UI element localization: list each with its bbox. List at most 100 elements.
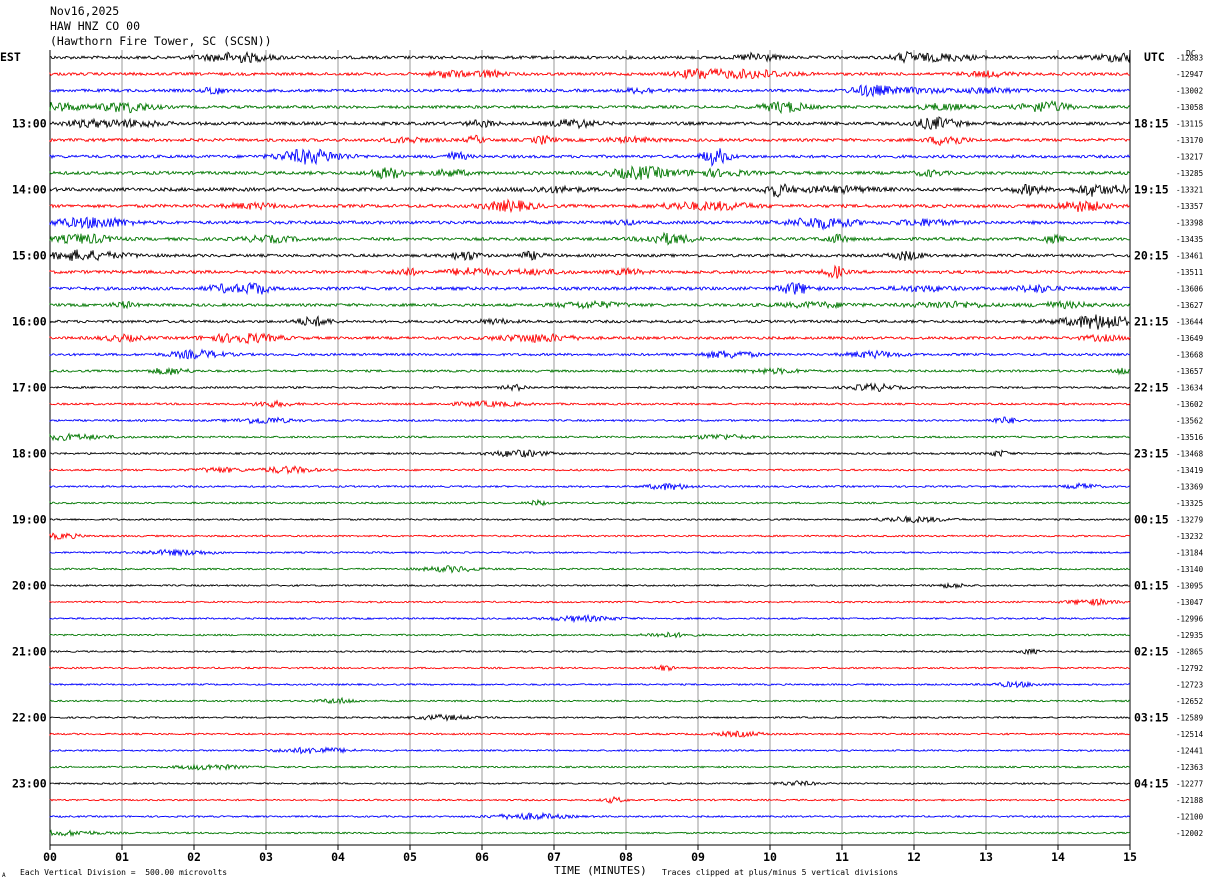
dc-offset-label: -12865: [1176, 648, 1203, 657]
seismic-trace: [49, 416, 1131, 425]
seismic-trace: [49, 449, 1131, 458]
seismic-trace: [49, 648, 1131, 656]
seismic-trace: [49, 631, 1131, 639]
x-tick-label: 07: [547, 850, 561, 864]
dc-offset-label: -12589: [1176, 714, 1203, 723]
x-tick-label: 06: [475, 850, 489, 864]
est-hour-label: 17:00: [12, 381, 47, 395]
seismic-trace: [49, 829, 1131, 838]
seismic-trace: [49, 548, 1131, 558]
seismic-trace: [49, 183, 1131, 198]
dc-offset-label: -13115: [1176, 120, 1203, 129]
dc-offset-label: -13649: [1176, 334, 1203, 343]
utc-hour-label: 19:15: [1134, 183, 1169, 197]
dc-offset-label: -13644: [1176, 318, 1204, 327]
dc-offset-label: -13606: [1176, 285, 1204, 294]
utc-hour-label: 18:15: [1134, 117, 1169, 131]
seismic-trace: [49, 281, 1131, 296]
seismic-trace: [49, 713, 1131, 722]
dc-offset-label: -12277: [1176, 780, 1203, 789]
seismic-trace: [49, 299, 1131, 310]
utc-hour-label: 21:15: [1134, 315, 1169, 329]
dc-offset-label: -13634: [1176, 384, 1204, 393]
dc-offset-label: -12792: [1176, 664, 1203, 673]
seismic-trace: [49, 432, 1131, 442]
dc-offset-label: -13279: [1176, 516, 1203, 525]
seismic-trace: [49, 84, 1131, 98]
seismic-trace: [49, 314, 1131, 330]
utc-hour-label: 20:15: [1134, 249, 1169, 263]
utc-hour-label: 00:15: [1134, 513, 1169, 527]
seismic-trace: [49, 613, 1131, 624]
dc-offset-label: -13511: [1176, 268, 1203, 277]
dc-offset-label: -13369: [1176, 483, 1203, 492]
dc-offset-label: -12996: [1176, 615, 1204, 624]
dc-offset-label: -12188: [1176, 796, 1204, 805]
dc-offset-label: -13002: [1176, 87, 1203, 96]
dc-offset-label: -12935: [1176, 631, 1203, 640]
x-tick-label: 02: [187, 850, 201, 864]
seismic-trace: [49, 795, 1130, 804]
utc-hour-label: 22:15: [1134, 381, 1169, 395]
seismic-trace: [49, 565, 1131, 574]
seismic-trace: [49, 696, 1131, 705]
seismic-trace: [49, 348, 1131, 360]
est-hour-label: 22:00: [12, 711, 47, 725]
seismic-trace: [49, 231, 1131, 246]
x-tick-label: 04: [331, 850, 345, 864]
seismic-trace: [49, 780, 1131, 787]
est-hour-label: 19:00: [12, 513, 47, 527]
seismic-trace: [49, 581, 1131, 590]
seismic-trace: [49, 148, 1131, 168]
dc-offset-label: -13095: [1176, 582, 1203, 591]
dc-offset-label: -12002: [1176, 829, 1203, 838]
utc-hour-label: 02:15: [1134, 645, 1169, 659]
utc-hour-label: 03:15: [1134, 711, 1169, 725]
x-tick-label: 10: [763, 850, 777, 864]
dc-offset-label: -13217: [1176, 153, 1203, 162]
seismic-trace: [49, 332, 1131, 345]
seismic-trace: [49, 811, 1131, 821]
x-tick-label: 03: [259, 850, 273, 864]
dc-offset-label: -13047: [1176, 598, 1203, 607]
dc-offset-label: -13321: [1176, 186, 1203, 195]
dc-offset-label: -13468: [1176, 450, 1204, 459]
dc-offset-label: -12723: [1176, 681, 1203, 690]
seismic-trace: [49, 746, 1131, 755]
seismic-trace: [49, 532, 1131, 541]
dc-offset-label: -13232: [1176, 532, 1203, 541]
dc-offset-label: -13325: [1176, 499, 1203, 508]
seismic-trace: [49, 198, 1131, 214]
seismic-trace: [49, 680, 1131, 689]
seismic-trace: [49, 498, 1131, 507]
dc-offset-label: -13627: [1176, 301, 1203, 310]
est-hour-label: 15:00: [12, 249, 47, 263]
dc-offset-label: -12363: [1176, 763, 1203, 772]
utc-hour-label: 04:15: [1134, 777, 1169, 791]
x-tick-label: 11: [835, 850, 849, 864]
dc-offset-label: -13184: [1176, 549, 1204, 558]
seismic-trace: [49, 763, 1131, 771]
utc-hour-label: 01:15: [1134, 579, 1169, 593]
x-tick-label: 15: [1123, 850, 1137, 864]
seismic-trace: [49, 116, 1131, 130]
est-hour-label: 23:00: [12, 777, 47, 791]
dc-offset-label: -13657: [1176, 367, 1203, 376]
helicorder-plot: 00 01 02 03 04 05 06 07 08 09 10 11 12 13 14 15 -12883 -1…: [12, 50, 1204, 864]
scale-note: Each Vertical Division = 500.00 microvol…: [20, 868, 228, 877]
seismic-trace: [49, 465, 1131, 475]
x-axis-title: TIME (MINUTES): [554, 864, 647, 877]
seismic-trace: [49, 264, 1131, 279]
est-hour-label: 18:00: [12, 447, 47, 461]
dc-offset-label: -13398: [1176, 219, 1204, 228]
dc-offset-label: -13668: [1176, 351, 1204, 360]
est-hour-label: 20:00: [12, 579, 47, 593]
dc-offset-label: -13435: [1176, 235, 1203, 244]
x-tick-label: 09: [691, 850, 705, 864]
est-hour-label: 14:00: [12, 183, 47, 197]
seismic-trace: [49, 482, 1131, 491]
seismic-trace: [49, 50, 1131, 64]
x-tick-label: 08: [619, 850, 633, 864]
seismic-trace: [49, 664, 1131, 672]
x-tick-label: 12: [907, 850, 921, 864]
